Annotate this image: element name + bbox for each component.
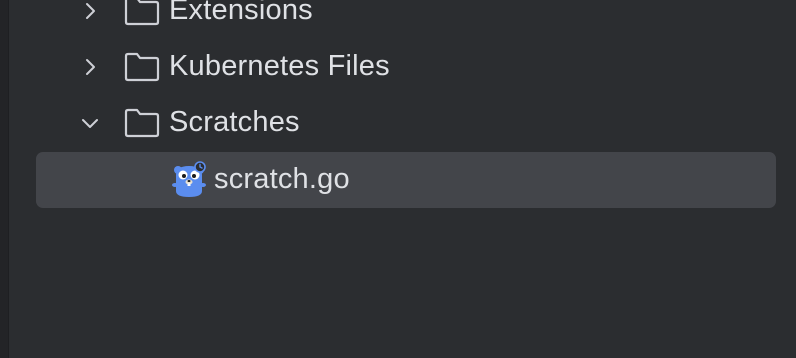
chevron-right-icon[interactable] [80, 1, 100, 21]
chevron-right-icon[interactable] [80, 57, 100, 77]
folder-icon [124, 108, 160, 138]
panel-left-border [0, 0, 9, 358]
tree-item-extensions[interactable]: Extensions [36, 0, 776, 39]
folder-icon [124, 52, 160, 82]
tree-item-scratches[interactable]: Scratches [36, 95, 776, 151]
go-gopher-icon [172, 161, 206, 197]
tree-item-scratch-go[interactable]: scratch.go [36, 152, 776, 208]
tree-item-label: Extensions [169, 0, 313, 26]
chevron-down-icon[interactable] [80, 113, 100, 133]
tree-item-label: scratch.go [214, 162, 350, 195]
tree-item-label: Scratches [169, 105, 300, 138]
tree-item-kubernetes-files[interactable]: Kubernetes Files [36, 39, 776, 95]
tree-item-label: Kubernetes Files [169, 49, 390, 82]
project-tree-panel: Extensions Kubernetes Files Scratches sc… [0, 0, 796, 358]
folder-icon [124, 0, 160, 26]
